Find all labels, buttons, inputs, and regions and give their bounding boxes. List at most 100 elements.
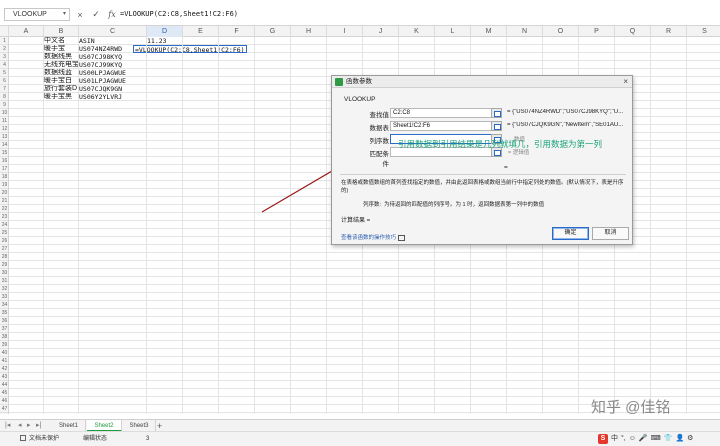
row-header-30[interactable]: 30	[0, 269, 8, 277]
row-header-43[interactable]: 43	[0, 373, 8, 381]
row-header-1[interactable]: 1	[0, 37, 8, 45]
cell-c5[interactable]: US00LPJAGWUE	[79, 69, 126, 77]
cell-c1[interactable]: ASIN	[79, 37, 95, 45]
row-header-10[interactable]: 10	[0, 109, 8, 117]
cell-b3[interactable]: 数据线黑	[44, 53, 72, 61]
row-header-5[interactable]: 5	[0, 69, 8, 77]
sogou-logo-icon[interactable]: S	[598, 433, 608, 444]
cell-b8[interactable]: 暖手宝黑	[44, 93, 72, 101]
row-header-36[interactable]: 36	[0, 317, 8, 325]
column-header-h[interactable]: H	[291, 26, 327, 37]
chevron-down-icon[interactable]: ▾	[63, 9, 66, 20]
column-header-n[interactable]: N	[507, 26, 543, 37]
select-all-corner[interactable]	[0, 26, 9, 37]
fx-icon[interactable]: fx	[107, 10, 117, 19]
column-header-f[interactable]: F	[219, 26, 255, 37]
cell-b7[interactable]: 旅行套装D	[44, 85, 79, 93]
cancel-button[interactable]: 取消	[592, 227, 629, 240]
column-header-j[interactable]: J	[363, 26, 399, 37]
name-box[interactable]: VLOOKUP ▾	[4, 8, 70, 21]
cancel-icon[interactable]: ×	[75, 10, 85, 20]
range-select-icon[interactable]	[491, 121, 502, 131]
row-header-29[interactable]: 29	[0, 261, 8, 269]
row-header-26[interactable]: 26	[0, 237, 8, 245]
cell-c6[interactable]: US01LPJAGWUE	[79, 77, 126, 85]
row-header-31[interactable]: 31	[0, 277, 8, 285]
close-icon[interactable]: ×	[623, 76, 628, 88]
row-header-18[interactable]: 18	[0, 173, 8, 181]
row-header-4[interactable]: 4	[0, 61, 8, 69]
row-header-32[interactable]: 32	[0, 285, 8, 293]
help-link[interactable]: 查看该函数的操作技巧	[341, 233, 406, 241]
column-header-o[interactable]: O	[543, 26, 579, 37]
column-header-d[interactable]: D	[147, 26, 183, 37]
cell-c3[interactable]: US07CJ98KYQ	[79, 53, 122, 61]
row-header-3[interactable]: 3	[0, 53, 8, 61]
column-header-b[interactable]: B	[44, 26, 79, 37]
row-header-15[interactable]: 15	[0, 149, 8, 157]
ime-emoji-icon[interactable]: ☺	[629, 433, 636, 444]
row-header-2[interactable]: 2	[0, 45, 8, 53]
row-header-17[interactable]: 17	[0, 165, 8, 173]
range-select-icon[interactable]	[491, 108, 502, 118]
column-header-k[interactable]: K	[399, 26, 435, 37]
row-header-28[interactable]: 28	[0, 253, 8, 261]
row-header-16[interactable]: 16	[0, 157, 8, 165]
column-header-c[interactable]: C	[79, 26, 147, 37]
cell-d2-editor[interactable]: =VLOOKUP(C2:C8,Sheet1!C2:F6)	[133, 45, 247, 54]
row-header-42[interactable]: 42	[0, 365, 8, 373]
ime-chinese-icon[interactable]: 中	[611, 433, 618, 444]
column-header-a[interactable]: A	[9, 26, 44, 37]
ime-settings-icon[interactable]: ⚙	[687, 433, 693, 444]
row-header-14[interactable]: 14	[0, 141, 8, 149]
cell-b6[interactable]: 暖手宝白	[44, 77, 72, 85]
column-header-p[interactable]: P	[579, 26, 615, 37]
ime-skin-icon[interactable]: 👕	[664, 433, 673, 444]
row-header-39[interactable]: 39	[0, 341, 8, 349]
row-header-40[interactable]: 40	[0, 349, 8, 357]
dialog-titlebar[interactable]: 函数参数 ×	[332, 76, 632, 88]
cell-c7[interactable]: US07CJQK9GN	[79, 85, 122, 93]
row-header-34[interactable]: 34	[0, 301, 8, 309]
row-header-19[interactable]: 19	[0, 181, 8, 189]
cell-c4[interactable]: US07CJ99KYQ	[79, 61, 122, 69]
row-header-37[interactable]: 37	[0, 325, 8, 333]
confirm-icon[interactable]: ✓	[91, 9, 101, 20]
row-header-11[interactable]: 11	[0, 117, 8, 125]
row-header-41[interactable]: 41	[0, 357, 8, 365]
cell-d1[interactable]: 11.23	[147, 37, 167, 45]
formula-input[interactable]: =VLOOKUP(C2:C8,Sheet1!C2:F6)	[120, 8, 716, 21]
row-header-33[interactable]: 33	[0, 293, 8, 301]
row-header-24[interactable]: 24	[0, 221, 8, 229]
tips-icon[interactable]	[398, 234, 406, 241]
row-header-25[interactable]: 25	[0, 229, 8, 237]
cell-b5[interactable]: 数据线蓝	[44, 69, 72, 77]
column-header-q[interactable]: Q	[615, 26, 651, 37]
row-header-38[interactable]: 38	[0, 333, 8, 341]
row-header-6[interactable]: 6	[0, 77, 8, 85]
help-link-text[interactable]: 查看该函数的操作技巧	[341, 235, 396, 241]
arg-input-lookup-value[interactable]: C2:C8	[390, 108, 502, 118]
row-header-46[interactable]: 46	[0, 397, 8, 405]
row-header-9[interactable]: 9	[0, 101, 8, 109]
ime-mic-icon[interactable]: 🎤	[639, 433, 648, 444]
ime-punct-icon[interactable]: °,	[621, 433, 626, 444]
row-header-47[interactable]: 47	[0, 405, 8, 413]
ime-keyboard-icon[interactable]: ⌨	[651, 433, 661, 444]
row-header-23[interactable]: 23	[0, 213, 8, 221]
row-header-45[interactable]: 45	[0, 389, 8, 397]
cell-c8[interactable]: US06Y2YLVRJ	[79, 93, 122, 101]
cell-c2[interactable]: US074NZ4RWD	[79, 45, 122, 53]
row-header-27[interactable]: 27	[0, 245, 8, 253]
doc-protect-status[interactable]: 文档未保护	[20, 432, 59, 446]
column-header-s[interactable]: S	[687, 26, 720, 37]
column-header-e[interactable]: E	[183, 26, 219, 37]
ok-button[interactable]: 确定	[552, 227, 589, 240]
cell-b4[interactable]: 无线充电宝	[44, 61, 79, 69]
column-header-l[interactable]: L	[435, 26, 471, 37]
cell-b2[interactable]: 暖手宝	[44, 45, 65, 53]
column-header-r[interactable]: R	[651, 26, 687, 37]
row-header-12[interactable]: 12	[0, 125, 8, 133]
ime-user-icon[interactable]: 👤	[675, 433, 684, 444]
row-header-13[interactable]: 13	[0, 133, 8, 141]
